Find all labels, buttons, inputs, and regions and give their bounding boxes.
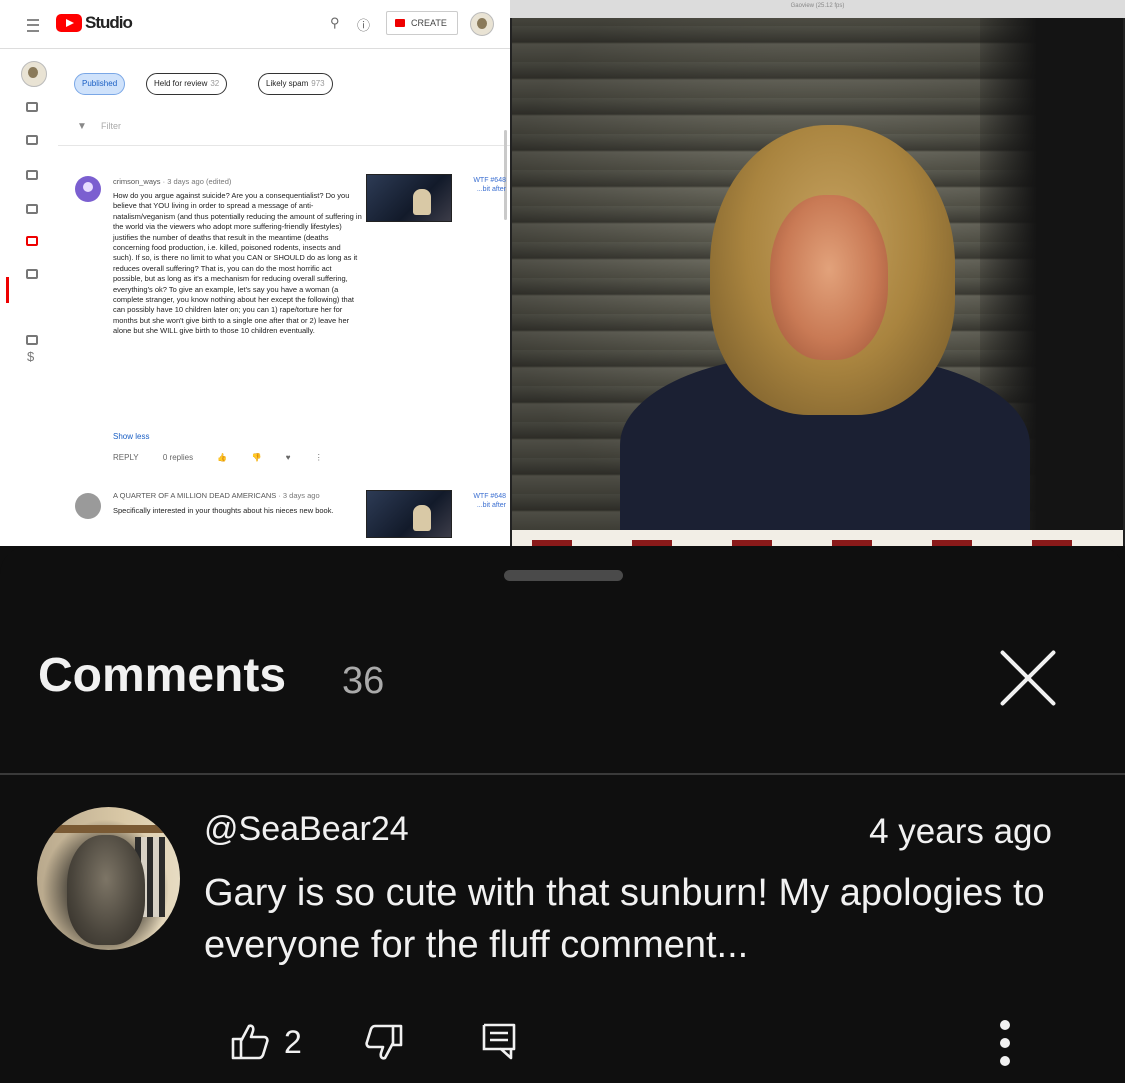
comments-count: 36: [342, 660, 385, 702]
more-vert-icon[interactable]: [995, 1018, 1015, 1068]
help-icon: ⓘ: [357, 18, 371, 33]
customization-icon: [26, 335, 38, 345]
comment-avatar: [75, 493, 101, 519]
camera-icon: [395, 19, 405, 27]
close-icon[interactable]: [999, 649, 1057, 707]
video-title: WTF #648 ...bit after: [473, 177, 506, 193]
show-less-link: Show less: [113, 432, 150, 441]
comment-meta: A QUARTER OF A MILLION DEAD AMERICANS · …: [113, 491, 320, 500]
comment-text: How do you argue against suicide? Are yo…: [113, 191, 362, 336]
video-title: WTF #648 ...bit after: [473, 493, 506, 509]
chip-held-for-review: Held for review 32: [146, 73, 228, 95]
reply-link: REPLY: [113, 453, 139, 462]
dashboard-icon: [26, 102, 38, 112]
active-indicator: [6, 277, 9, 303]
studio-topbar: Studio ⚲ ⓘ CREATE: [0, 0, 510, 49]
thumbs-down-icon[interactable]: [364, 1023, 404, 1063]
heart-icon: ♥: [285, 453, 291, 462]
search-icon: ⚲: [330, 15, 340, 30]
content-icon: [26, 135, 38, 145]
menu-icon: [27, 19, 39, 32]
comment-text: Specifically interested in your thoughts…: [113, 506, 334, 515]
sheet-divider: [0, 773, 1125, 775]
playlists-icon: [26, 170, 38, 180]
subtitles-icon: [26, 269, 38, 279]
thumbs-up-icon[interactable]: [230, 1021, 270, 1061]
like-icon: 👍: [217, 453, 228, 462]
youtube-logo-icon: [56, 14, 82, 32]
analytics-icon: [26, 204, 38, 214]
dislike-icon: 👎: [251, 453, 262, 462]
filter-input: Filter: [101, 121, 121, 131]
comment-text: Gary is so cute with that sunburn! My ap…: [204, 872, 1045, 966]
comment-actions: REPLY 0 replies 👍 👎 ♥ ⋮: [113, 453, 345, 462]
divider: [58, 145, 510, 146]
comment-author[interactable]: @SeaBear24: [204, 810, 409, 849]
comment-meta: crimson_ways · 3 days ago (edited): [113, 177, 232, 186]
filter-icon: ▼: [77, 121, 87, 132]
webcam-window-title: Gaoview (25.12 fps): [790, 3, 845, 9]
replies-dropdown: 0 replies: [162, 453, 194, 462]
like-count: 2: [284, 1024, 302, 1060]
webcam-view: Gaoview (25.12 fps): [510, 0, 1125, 546]
video-bottom-strip: [512, 530, 1123, 546]
chip-published: Published: [74, 73, 126, 95]
avatar[interactable]: [37, 807, 180, 950]
monetization-icon: $: [27, 349, 35, 364]
video-thumbnail: [366, 174, 452, 222]
video-thumbnail: [366, 490, 452, 538]
studio-brand: Studio: [85, 13, 133, 32]
scrollbar: [504, 130, 507, 220]
comment-avatar: [75, 176, 101, 202]
reply-icon[interactable]: [481, 1022, 517, 1060]
comments-sheet: Comments 36 @SeaBear24 4 years ago Gary …: [0, 546, 1125, 1083]
sidenav-channel-avatar: [21, 61, 47, 87]
comments-title: Comments: [38, 649, 287, 702]
video-frame[interactable]: Studio ⚲ ⓘ CREATE $ ⚙ Published: [0, 0, 1125, 546]
chip-likely-spam: Likely spam 973: [258, 73, 333, 95]
create-button: CREATE: [386, 11, 458, 35]
studio-sidenav: $ ⚙: [0, 49, 58, 546]
comments-nav-icon: [26, 236, 38, 246]
channel-avatar: [470, 12, 494, 36]
presenter-face: [770, 195, 888, 360]
more-icon: ⋮: [314, 453, 323, 462]
comment-timestamp: 4 years ago: [869, 812, 1052, 851]
drag-handle[interactable]: [504, 570, 623, 581]
studio-screen-capture: Studio ⚲ ⓘ CREATE $ ⚙ Published: [0, 0, 510, 546]
